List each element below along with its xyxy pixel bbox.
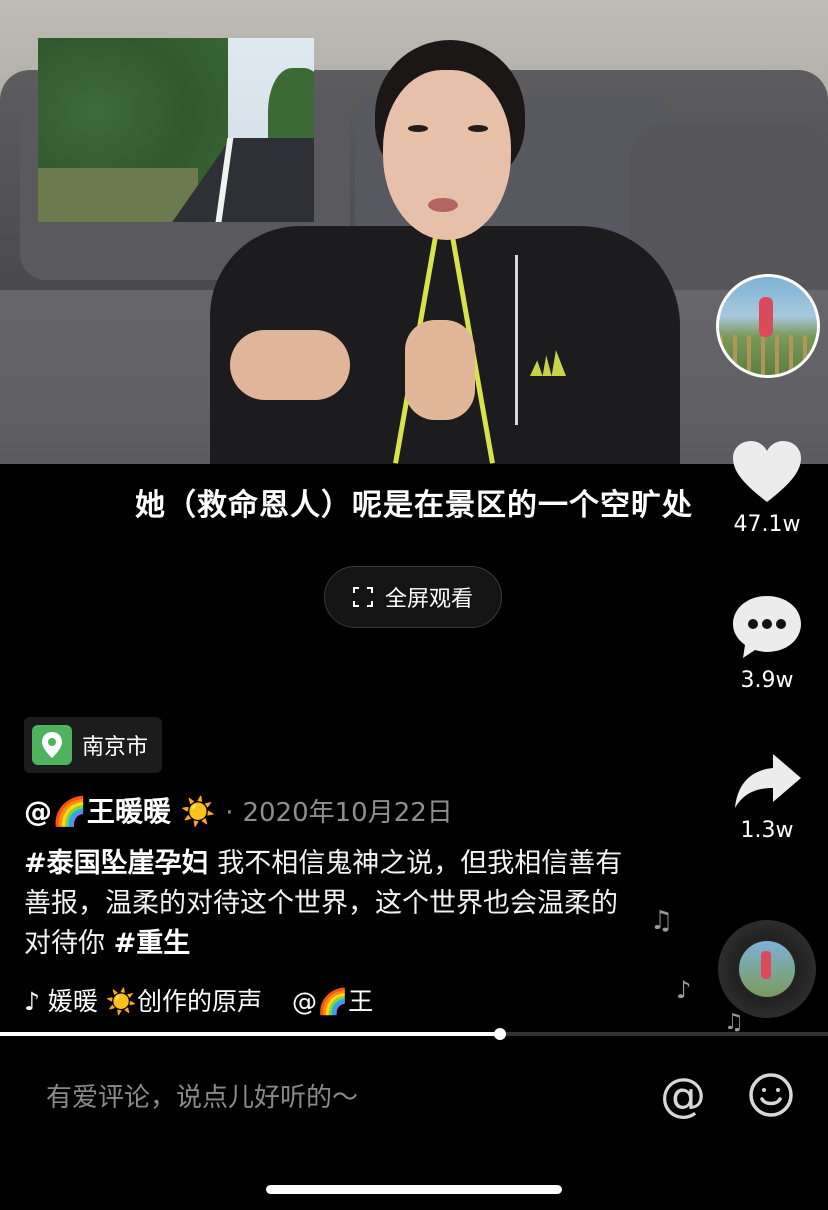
- location-label: 南京市: [82, 735, 149, 760]
- video-player[interactable]: [0, 0, 828, 464]
- fullscreen-icon: [352, 587, 373, 607]
- author-line: @🌈王暖暖 ☀️ · 2020年10月22日: [24, 790, 453, 830]
- location-pin-icon: [32, 725, 72, 765]
- author-prefix: @🌈: [24, 795, 87, 828]
- disc-cover: [739, 941, 795, 997]
- mouth: [428, 198, 458, 212]
- tiktok-note-icon: ♪: [24, 987, 40, 1016]
- comment-count: 3.9w: [740, 668, 794, 693]
- eye: [468, 125, 488, 132]
- music-author: @🌈王: [292, 987, 374, 1016]
- hashtag-link[interactable]: #泰国坠崖孕妇: [24, 848, 209, 879]
- video-progress-bar[interactable]: [0, 1028, 828, 1040]
- music-title-text: 媛暖 ☀️创作的原声: [47, 987, 262, 1016]
- comment-input[interactable]: [44, 1080, 608, 1116]
- hand: [405, 320, 475, 420]
- disc-figure: [761, 951, 771, 979]
- post-date: 2020年10月22日: [242, 798, 453, 828]
- avatar-railing: [719, 335, 817, 375]
- location-tag[interactable]: 南京市: [24, 717, 163, 773]
- comment-button[interactable]: 3.9w: [726, 594, 808, 693]
- author-avatar[interactable]: [716, 274, 820, 378]
- music-info[interactable]: ♪ 媛暖 ☀️创作的原声 @🌈王: [24, 982, 444, 1018]
- comment-icon: [733, 596, 801, 658]
- fullscreen-label: 全屏观看: [384, 587, 473, 612]
- progress-fill: [0, 1032, 501, 1036]
- heart-icon: [733, 441, 801, 502]
- avatar-figure: [759, 297, 773, 337]
- music-disc-icon[interactable]: [718, 920, 816, 1018]
- inset-road-image: [38, 38, 314, 222]
- hashtag-link[interactable]: #重生: [114, 928, 191, 959]
- progress-thumb[interactable]: [494, 1028, 507, 1040]
- hand: [230, 330, 350, 400]
- author-name[interactable]: @🌈王暖暖 ☀️: [24, 795, 225, 828]
- emoji-icon[interactable]: [748, 1072, 794, 1118]
- share-count: 1.3w: [740, 818, 794, 843]
- music-title: ♪ 媛暖 ☀️创作的原声: [24, 982, 262, 1018]
- like-count: 47.1w: [733, 512, 801, 537]
- author-name-text: 王暖暖: [86, 795, 171, 828]
- share-icon: [735, 754, 801, 808]
- video-subtitle: 她（救命恩人）呢是在景区的一个空旷处: [135, 488, 693, 523]
- fullscreen-button[interactable]: 全屏观看: [324, 566, 502, 628]
- like-button[interactable]: 47.1w: [726, 440, 808, 537]
- at-icon[interactable]: @: [660, 1072, 706, 1118]
- music-note-icon: ♪: [676, 976, 692, 1004]
- inset-grass: [38, 168, 198, 222]
- post-separator: ·: [225, 798, 234, 828]
- hoodie-string: [515, 255, 518, 425]
- face: [383, 70, 511, 240]
- home-indicator: [266, 1185, 562, 1194]
- music-note-icon: ♫: [650, 906, 674, 936]
- eye: [408, 125, 428, 132]
- author-emoji: ☀️: [180, 795, 216, 828]
- video-description: #泰国坠崖孕妇 我不相信鬼神之说，但我相信善有善报，温柔的对待这个世界，这个世界…: [24, 844, 624, 964]
- share-button[interactable]: 1.3w: [726, 752, 808, 843]
